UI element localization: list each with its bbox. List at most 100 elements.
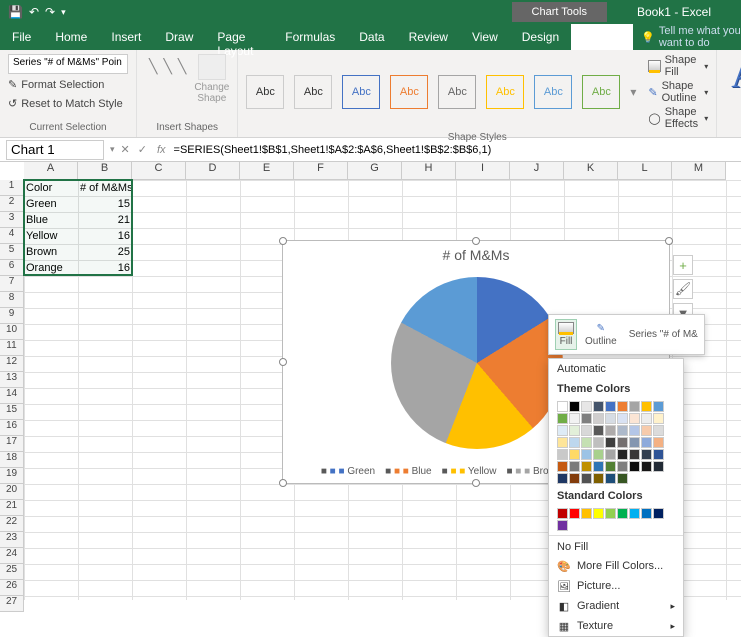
color-swatch[interactable]: [605, 449, 616, 460]
row-header[interactable]: 1: [0, 180, 24, 196]
color-swatch[interactable]: [557, 425, 568, 436]
row-header[interactable]: 8: [0, 292, 24, 308]
chart-elements-button[interactable]: +: [673, 255, 693, 275]
col-header[interactable]: F: [294, 162, 348, 180]
color-swatch[interactable]: [629, 401, 640, 412]
color-swatch[interactable]: [641, 413, 652, 424]
color-swatch[interactable]: [629, 437, 640, 448]
color-swatch[interactable]: [641, 425, 652, 436]
col-header[interactable]: L: [618, 162, 672, 180]
color-swatch[interactable]: [569, 461, 580, 472]
color-swatch[interactable]: [617, 425, 628, 436]
row-header[interactable]: 11: [0, 340, 24, 356]
col-header[interactable]: M: [672, 162, 726, 180]
style-swatch[interactable]: Abc: [486, 75, 524, 109]
color-swatch[interactable]: [629, 449, 640, 460]
texture-fill[interactable]: ▦Texture▸: [549, 616, 683, 636]
chart-styles-button[interactable]: 🖌: [673, 279, 693, 299]
color-swatch[interactable]: [641, 508, 652, 519]
color-swatch[interactable]: [629, 413, 640, 424]
row-header[interactable]: 2: [0, 196, 24, 212]
mini-fill-button[interactable]: Fill: [555, 319, 577, 350]
color-swatch[interactable]: [653, 401, 664, 412]
color-swatch[interactable]: [569, 401, 580, 412]
tab-home[interactable]: Home: [43, 24, 99, 50]
change-shape-button[interactable]: Change Shape: [194, 54, 229, 104]
color-swatch[interactable]: [617, 508, 628, 519]
color-swatch[interactable]: [605, 425, 616, 436]
color-swatch[interactable]: [557, 401, 568, 412]
color-swatch[interactable]: [593, 461, 604, 472]
color-swatch[interactable]: [605, 401, 616, 412]
pie-plot[interactable]: [391, 277, 563, 449]
color-swatch[interactable]: [629, 508, 640, 519]
row-header[interactable]: 27: [0, 596, 24, 612]
col-header[interactable]: B: [78, 162, 132, 180]
color-swatch[interactable]: [593, 449, 604, 460]
color-swatch[interactable]: [641, 437, 652, 448]
color-swatch[interactable]: [605, 473, 616, 484]
selection-combo[interactable]: Series "# of M&Ms" Poin: [8, 54, 128, 74]
row-header[interactable]: 26: [0, 580, 24, 596]
color-swatch[interactable]: [641, 461, 652, 472]
color-swatch[interactable]: [605, 461, 616, 472]
color-swatch[interactable]: [557, 413, 568, 424]
color-swatch[interactable]: [581, 461, 592, 472]
automatic-fill[interactable]: Automatic: [549, 359, 683, 379]
color-swatch[interactable]: [653, 425, 664, 436]
color-swatch[interactable]: [617, 473, 628, 484]
undo-icon[interactable]: ↶: [29, 5, 39, 19]
color-swatch[interactable]: [593, 413, 604, 424]
color-swatch[interactable]: [617, 449, 628, 460]
legend-item[interactable]: ■ Yellow: [442, 466, 497, 477]
color-swatch[interactable]: [629, 461, 640, 472]
row-header[interactable]: 3: [0, 212, 24, 228]
color-swatch[interactable]: [557, 520, 568, 531]
color-swatch[interactable]: [653, 508, 664, 519]
color-swatch[interactable]: [617, 401, 628, 412]
tab-view[interactable]: View: [460, 24, 510, 50]
enter-icon[interactable]: ✓: [138, 143, 147, 156]
shape-fill-button[interactable]: Shape Fill▾: [648, 54, 708, 78]
row-header[interactable]: 9: [0, 308, 24, 324]
color-swatch[interactable]: [581, 425, 592, 436]
color-swatch[interactable]: [581, 413, 592, 424]
shapes-gallery[interactable]: ╲ ╲ ╲: [145, 54, 190, 79]
color-swatch[interactable]: [593, 508, 604, 519]
color-swatch[interactable]: [605, 437, 616, 448]
row-header[interactable]: 22: [0, 516, 24, 532]
style-swatch[interactable]: Abc: [534, 75, 572, 109]
color-swatch[interactable]: [593, 473, 604, 484]
color-swatch[interactable]: [557, 449, 568, 460]
col-header[interactable]: K: [564, 162, 618, 180]
color-swatch[interactable]: [557, 461, 568, 472]
shape-outline-button[interactable]: ✎Shape Outline▾: [648, 80, 708, 104]
row-header[interactable]: 16: [0, 420, 24, 436]
color-swatch[interactable]: [653, 437, 664, 448]
color-swatch[interactable]: [557, 508, 568, 519]
format-selection-button[interactable]: ✎Format Selection: [8, 76, 104, 93]
color-swatch[interactable]: [605, 413, 616, 424]
more-fill-colors[interactable]: 🎨More Fill Colors...: [549, 556, 683, 576]
row-header[interactable]: 5: [0, 244, 24, 260]
color-swatch[interactable]: [617, 413, 628, 424]
col-header[interactable]: J: [510, 162, 564, 180]
style-swatch[interactable]: Abc: [294, 75, 332, 109]
legend-item[interactable]: ■ Green: [321, 466, 375, 477]
color-swatch[interactable]: [581, 401, 592, 412]
cell-grid[interactable]: Color # of M&Ms Green 15 Blue 21 Yellow …: [24, 180, 741, 600]
row-header[interactable]: 6: [0, 260, 24, 276]
col-header[interactable]: H: [402, 162, 456, 180]
color-swatch[interactable]: [569, 425, 580, 436]
style-swatch[interactable]: Abc: [438, 75, 476, 109]
row-header[interactable]: 4: [0, 228, 24, 244]
row-header[interactable]: 12: [0, 356, 24, 372]
row-header[interactable]: 25: [0, 564, 24, 580]
qat-more-icon[interactable]: ▾: [61, 7, 66, 18]
row-header[interactable]: 13: [0, 372, 24, 388]
color-swatch[interactable]: [605, 508, 616, 519]
color-swatch[interactable]: [569, 508, 580, 519]
color-swatch[interactable]: [569, 437, 580, 448]
row-header[interactable]: 24: [0, 548, 24, 564]
color-swatch[interactable]: [581, 437, 592, 448]
